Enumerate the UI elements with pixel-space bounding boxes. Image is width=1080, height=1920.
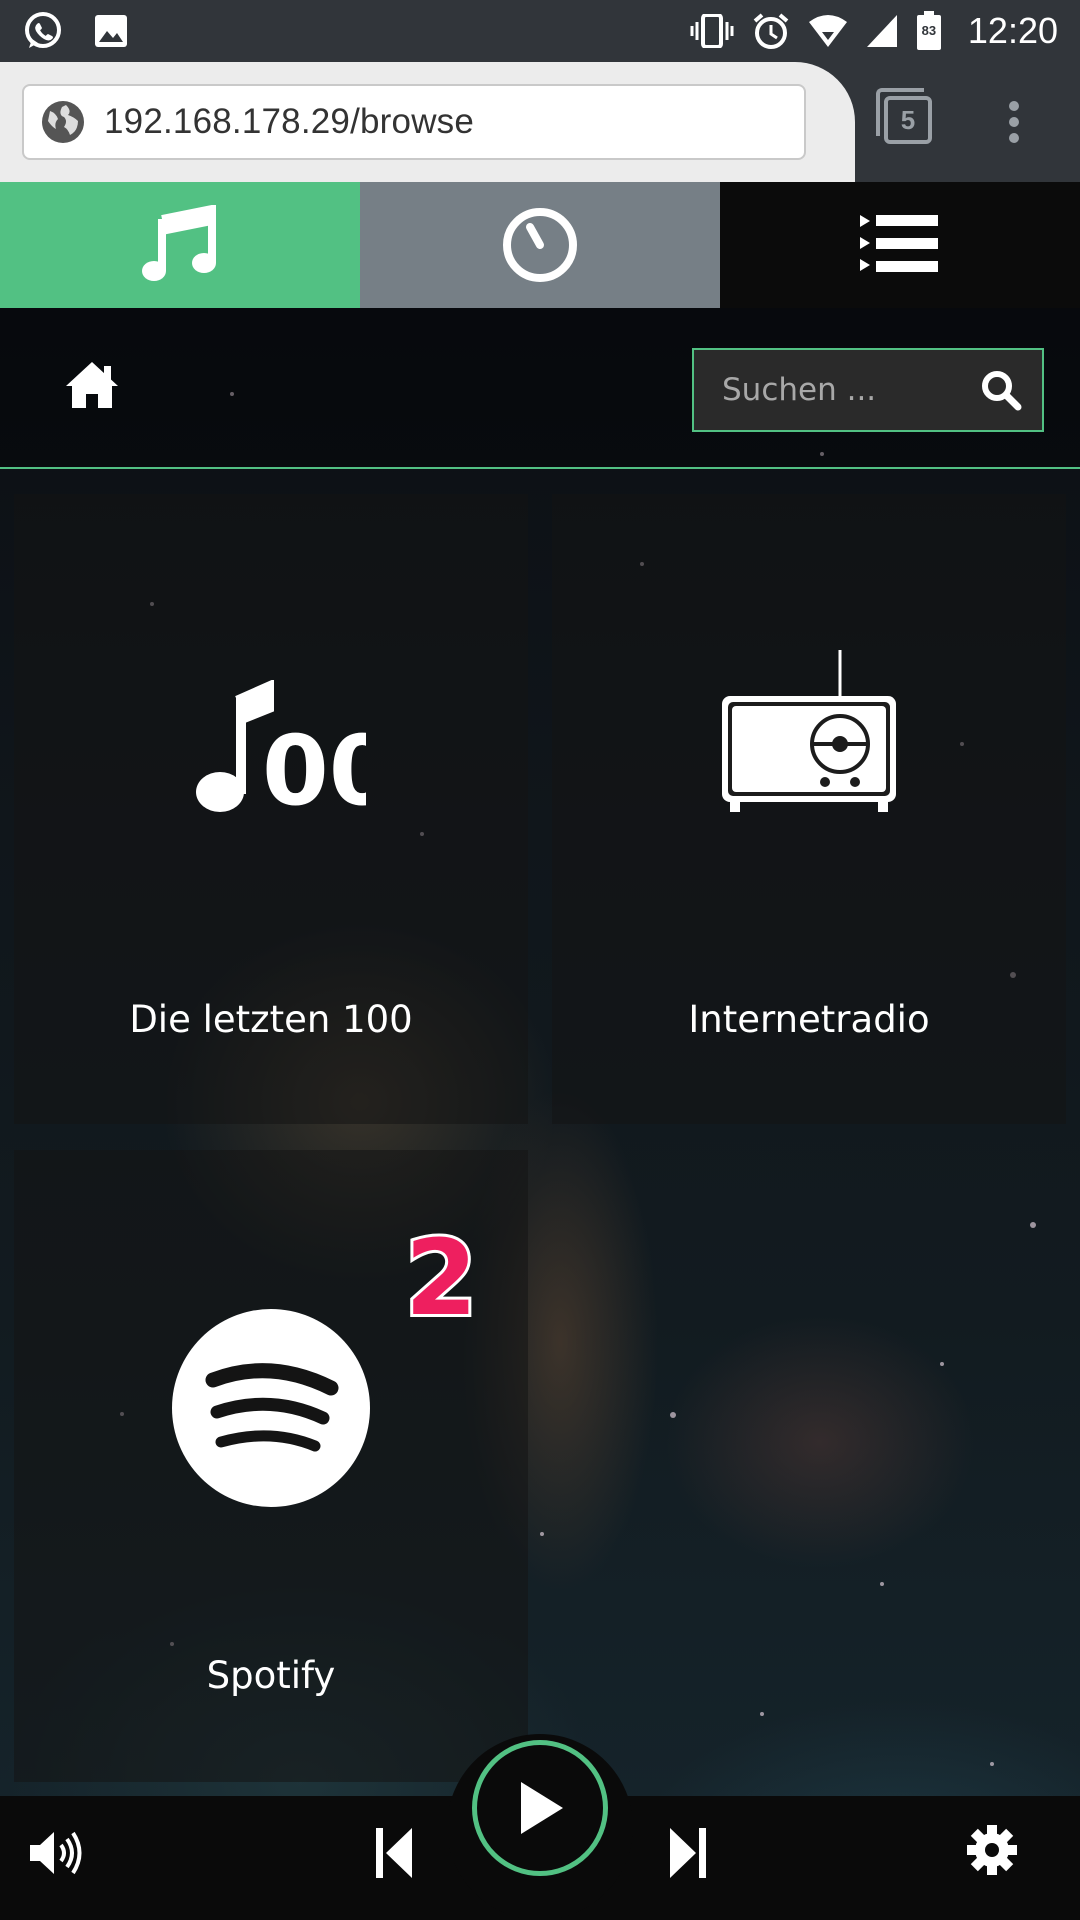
header-divider	[0, 467, 1080, 469]
wifi-icon	[808, 14, 848, 48]
tab-count: 5	[900, 104, 916, 135]
svg-text:00: 00	[262, 715, 366, 820]
tab-browse[interactable]	[0, 182, 360, 308]
tab-switcher-button[interactable]: 5	[876, 88, 932, 144]
home-icon[interactable]	[64, 360, 120, 410]
tab-playlist[interactable]	[720, 182, 1080, 308]
tab-queue[interactable]	[360, 182, 720, 308]
address-bar[interactable]: 192.168.178.29/browse	[22, 84, 806, 160]
tile-internetradio[interactable]: Internetradio	[552, 494, 1066, 1124]
whatsapp-icon	[22, 10, 64, 52]
tile-label: Spotify	[206, 1654, 336, 1697]
tile-label: Internetradio	[688, 998, 930, 1041]
browse-header	[0, 308, 1080, 468]
search-input[interactable]	[694, 371, 980, 409]
vibrate-icon	[690, 14, 734, 48]
search-box	[692, 348, 1044, 432]
next-icon[interactable]	[668, 1826, 708, 1880]
mode-tabs	[0, 182, 1080, 308]
music-100-icon: 00	[14, 680, 528, 820]
clock-icon	[500, 205, 580, 285]
play-icon	[515, 1780, 565, 1836]
battery-level: 83	[921, 23, 937, 38]
tile-label: Die letzten 100	[129, 998, 413, 1041]
play-button[interactable]	[472, 1740, 608, 1876]
signal-icon	[866, 14, 898, 48]
clock-time: 12:20	[967, 10, 1058, 51]
radio-icon	[552, 646, 1066, 816]
battery-icon: 83	[916, 11, 942, 51]
settings-icon[interactable]	[966, 1824, 1018, 1876]
volume-icon[interactable]	[28, 1828, 84, 1878]
previous-icon[interactable]	[374, 1826, 414, 1880]
overflow-menu-icon[interactable]	[1006, 100, 1022, 144]
globe-icon	[40, 99, 86, 145]
browser-toolbar: 192.168.178.29/browse 5	[0, 62, 1080, 182]
tile-recent-100[interactable]: 00 Die letzten 100	[14, 494, 528, 1124]
image-icon	[94, 14, 128, 48]
music-note-icon	[140, 205, 220, 285]
list-icon	[860, 213, 940, 277]
url-text: 192.168.178.29/browse	[104, 102, 475, 141]
annotation-badge: 2	[402, 1217, 480, 1339]
status-bar: 83 12:20	[0, 0, 1080, 62]
search-icon[interactable]	[980, 369, 1022, 411]
alarm-icon	[752, 12, 790, 50]
